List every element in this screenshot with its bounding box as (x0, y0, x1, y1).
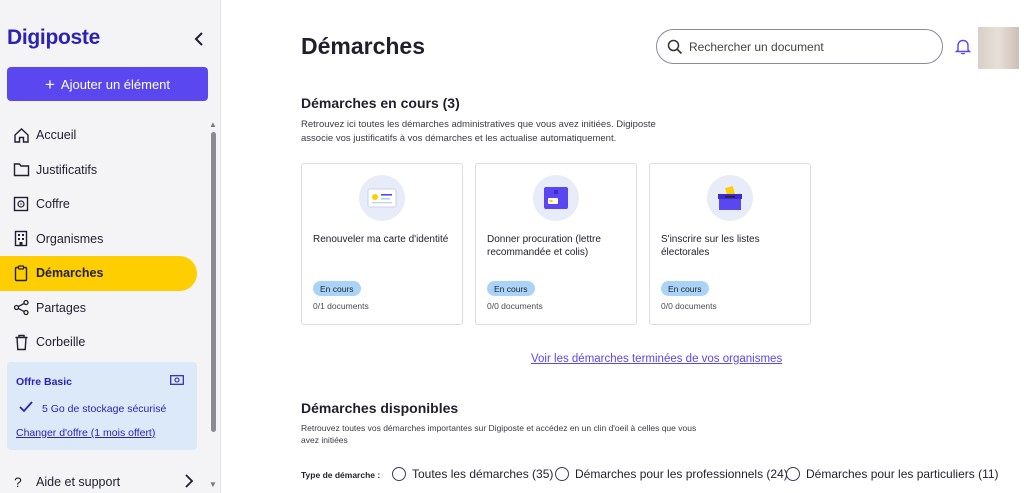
sidebar-item-label: Démarches (36, 266, 104, 281)
filter-radio-all[interactable]: Toutes les démarches (35) (392, 467, 553, 481)
procedure-card[interactable]: S'inscrire sur les listes électorales En… (649, 163, 811, 325)
add-item-label: Ajouter un élément (60, 76, 171, 92)
ballot-box-icon (707, 175, 753, 221)
documents-count: 0/0 documents (661, 301, 717, 311)
sidebar-scroll-thumb[interactable] (211, 132, 216, 432)
id-card-icon (359, 175, 405, 221)
sidebar-item-label: Coffre (36, 197, 70, 212)
search-icon (667, 39, 683, 54)
card-title: S'inscrire sur les listes électorales (661, 234, 760, 258)
bell-icon[interactable] (955, 38, 971, 55)
help-support-item[interactable]: ? Aide et support (0, 470, 208, 493)
card-title: Renouveler ma carte d'identité (313, 234, 449, 245)
sidebar-nav: Accueil Justificatifs Coffre Organismes … (0, 118, 208, 360)
sidebar-item-accueil[interactable]: Accueil (0, 118, 208, 153)
finished-procedures-link[interactable]: Voir les démarches terminées de vos orga… (531, 353, 782, 365)
radio-circle[interactable] (555, 467, 569, 481)
sidebar-item-demarches[interactable]: Démarches (0, 256, 197, 291)
help-label: Aide et support (36, 475, 121, 489)
radio-label: Démarches pour les professionnels (24) (575, 467, 788, 481)
status-badge: En cours (313, 281, 361, 296)
radio-circle[interactable] (392, 467, 406, 481)
trash-icon (12, 333, 30, 351)
sidebar-item-label: Justificatifs (36, 162, 98, 177)
chevron-left-icon[interactable] (192, 30, 206, 48)
card-title: Donner procuration (lettre recommandée e… (487, 234, 601, 258)
radio-label: Démarches pour les particuliers (11) (806, 467, 999, 481)
page-title: Démarches (301, 33, 426, 59)
sidebar-item-justificatifs[interactable]: Justificatifs (0, 153, 208, 188)
sidebar-item-organismes[interactable]: Organismes (0, 222, 208, 257)
scroll-up-arrow-icon[interactable]: ▲ (209, 120, 217, 129)
banknote-icon (170, 375, 184, 385)
status-badge: En cours (661, 281, 709, 296)
filter-radio-professionals[interactable]: Démarches pour les professionnels (24) (555, 467, 788, 481)
offer-panel: Offre Basic 5 Go de stockage sécurisé Ch… (7, 362, 197, 450)
mail-box-icon (533, 175, 579, 221)
avatar[interactable] (978, 27, 1019, 69)
offer-storage-text: 5 Go de stockage sécurisé (42, 403, 167, 415)
procedure-card[interactable]: Renouveler ma carte d'identité En cours … (301, 163, 463, 325)
folder-icon (12, 161, 30, 179)
search-bar[interactable] (656, 29, 943, 64)
plus-icon: + (44, 74, 55, 94)
safe-icon (12, 195, 30, 213)
radio-label: Toutes les démarches (35) (412, 467, 554, 481)
filter-label: Type de démarche : (301, 470, 381, 480)
documents-count: 0/0 documents (487, 301, 543, 311)
sidebar-item-label: Organismes (36, 231, 104, 246)
procedure-card[interactable]: Donner procuration (lettre recommandée e… (475, 163, 637, 325)
sidebar-item-coffre[interactable]: Coffre (0, 187, 208, 222)
sidebar-item-partages[interactable]: Partages (0, 291, 208, 326)
building-icon (12, 230, 30, 248)
home-icon (12, 126, 30, 144)
available-description: Retrouvez toutes vos démarches important… (301, 423, 697, 446)
check-icon (19, 401, 33, 413)
sidebar-item-corbeille[interactable]: Corbeille (0, 325, 208, 360)
offer-title: Offre Basic (16, 376, 73, 388)
sidebar-item-label: Corbeille (36, 335, 86, 350)
available-title: Démarches disponibles (301, 400, 459, 416)
documents-count: 0/1 documents (313, 301, 369, 311)
chevron-right-icon (185, 474, 194, 488)
change-offer-link[interactable]: Changer d'offre (1 mois offert) (16, 427, 155, 439)
in-progress-title: Démarches en cours (3) (301, 95, 460, 111)
in-progress-description: Retrouvez ici toutes les démarches admin… (301, 119, 656, 144)
sidebar: Digiposte + Ajouter un élément Accueil J… (0, 0, 221, 493)
add-item-button[interactable]: + Ajouter un élément (7, 67, 208, 101)
radio-circle[interactable] (786, 467, 800, 481)
share-icon (12, 299, 30, 317)
search-input[interactable] (689, 39, 929, 54)
question-icon: ? (14, 474, 22, 490)
clipboard-icon (12, 264, 30, 282)
digiposte-logo[interactable]: Digiposte (7, 26, 100, 50)
filter-radio-individuals[interactable]: Démarches pour les particuliers (11) (786, 467, 999, 481)
sidebar-item-label: Accueil (36, 128, 77, 143)
status-badge: En cours (487, 281, 535, 296)
procedure-cards: Renouveler ma carte d'identité En cours … (301, 163, 811, 325)
scroll-down-arrow-icon[interactable]: ▼ (209, 480, 217, 489)
sidebar-item-label: Partages (36, 300, 87, 315)
